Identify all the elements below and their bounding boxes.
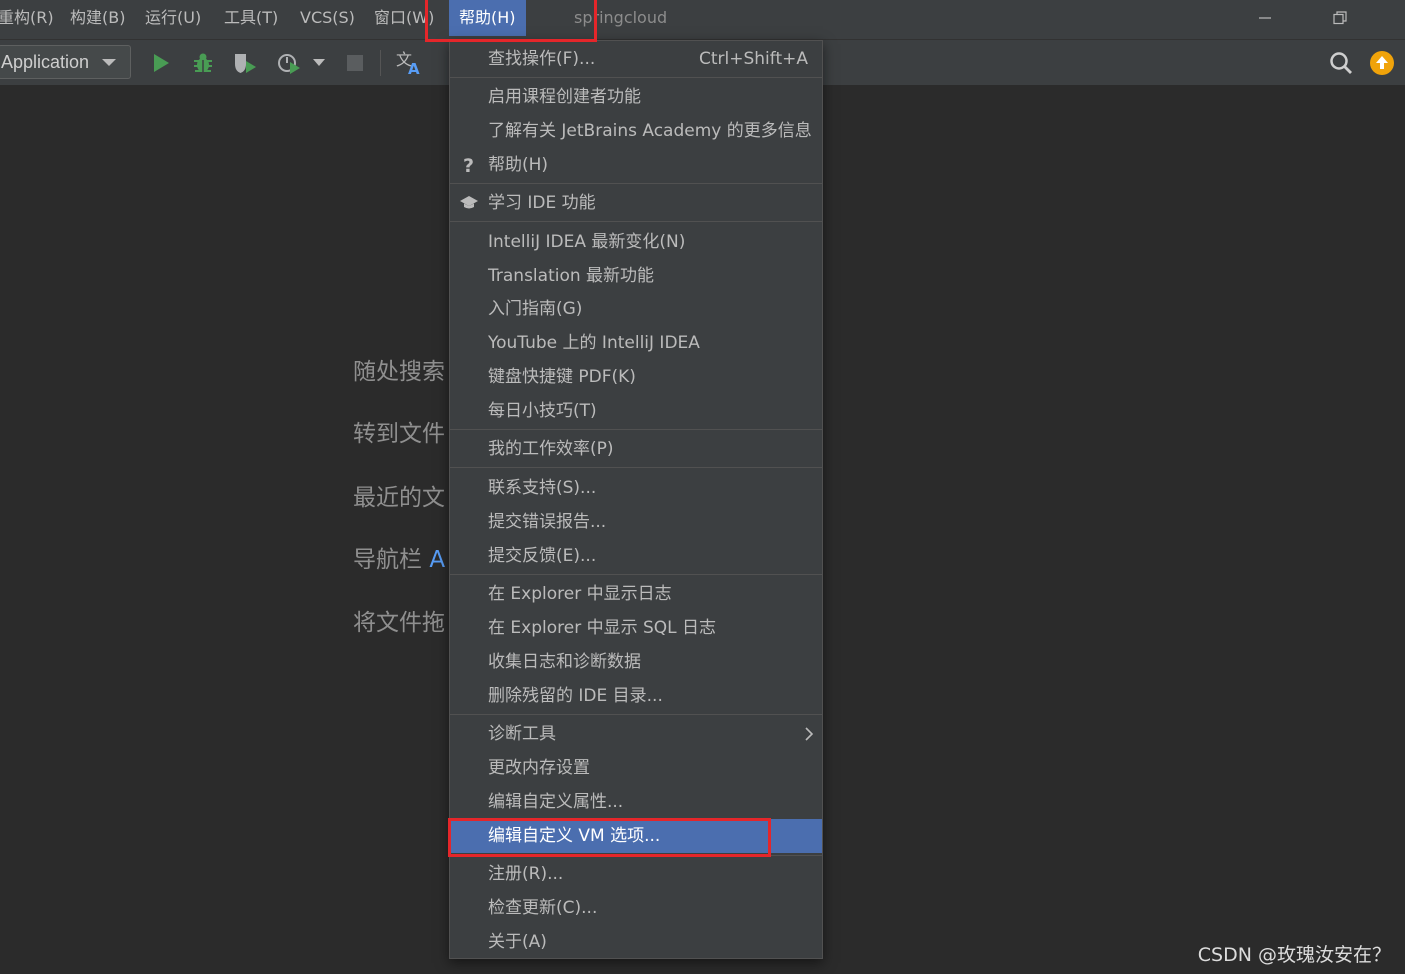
diagnostic-tools-label: 诊断工具 — [488, 724, 556, 744]
debug-icon — [194, 53, 212, 72]
menu-item-productivity[interactable]: 我的工作效率(P) — [450, 432, 822, 466]
debug-button[interactable] — [188, 48, 218, 78]
hint-recent-files: 最近的文 — [353, 485, 445, 511]
chevron-right-icon — [804, 717, 814, 751]
minimize-button[interactable] — [1245, 0, 1285, 36]
menu-item-help[interactable]: ? 帮助(H) — [450, 148, 822, 182]
menu-item-learn-ide[interactable]: 学习 IDE 功能 — [450, 186, 822, 220]
menu-separator — [450, 714, 822, 715]
project-title: springcloud — [574, 8, 668, 27]
menu-item-collect-logs[interactable]: 收集日志和诊断数据 — [450, 645, 822, 679]
menu-item-edit-vm-options[interactable]: 编辑自定义 VM 选项... — [450, 819, 822, 853]
menu-separator — [450, 183, 822, 184]
menu-item-keymap-pdf[interactable]: 键盘快捷键 PDF(K) — [450, 360, 822, 394]
menu-separator — [450, 429, 822, 430]
menu-separator — [450, 77, 822, 78]
minimize-icon — [1259, 17, 1271, 19]
menu-item-course-creator[interactable]: 启用课程创建者功能 — [450, 80, 822, 114]
find-action-shortcut: Ctrl+Shift+A — [698, 49, 808, 69]
help-label: 帮助(H) — [488, 155, 549, 175]
learn-ide-label: 学习 IDE 功能 — [488, 193, 596, 213]
restore-button[interactable] — [1320, 0, 1360, 36]
search-button[interactable] — [1326, 48, 1356, 78]
menu-item-register[interactable]: 注册(R)... — [450, 857, 822, 891]
menu-bar: 重构(R) 构建(B) 运行(U) 工具(T) VCS(S) 窗口(W) 帮助(… — [0, 0, 1405, 40]
menu-item-diagnostic-tools[interactable]: 诊断工具 — [450, 717, 822, 751]
chevron-down-icon — [102, 59, 116, 66]
update-icon — [1370, 51, 1394, 75]
profile-button[interactable] — [274, 48, 304, 78]
menu-item-show-sql-log[interactable]: 在 Explorer 中显示 SQL 日志 — [450, 611, 822, 645]
stop-icon — [347, 55, 363, 71]
hint-goto-file: 转到文件 — [353, 421, 445, 447]
menu-item-submit-bug[interactable]: 提交错误报告... — [450, 505, 822, 539]
menu-vcs[interactable]: VCS(S) — [300, 0, 355, 36]
menu-run[interactable]: 运行(U) — [145, 0, 201, 36]
run-icon — [154, 54, 169, 72]
restore-icon — [1333, 11, 1347, 25]
menu-refactor[interactable]: 重构(R) — [0, 0, 54, 36]
menu-item-contact-support[interactable]: 联系支持(S)... — [450, 471, 822, 505]
menu-item-submit-feedback[interactable]: 提交反馈(E)... — [450, 539, 822, 573]
svg-text:A: A — [408, 60, 420, 76]
menu-separator — [450, 855, 822, 856]
menu-item-youtube[interactable]: YouTube 上的 IntelliJ IDEA — [450, 326, 822, 360]
translate-button[interactable]: 文 A — [394, 48, 424, 78]
menu-build[interactable]: 构建(B) — [70, 0, 125, 36]
menu-item-delete-leftover[interactable]: 删除残留的 IDE 目录... — [450, 679, 822, 713]
coverage-button[interactable] — [230, 48, 260, 78]
profile-icon — [278, 54, 300, 74]
menu-tools[interactable]: 工具(T) — [224, 0, 278, 36]
menu-separator — [450, 467, 822, 468]
hint-navigation-bar: 导航栏 A — [353, 540, 445, 574]
run-config-select[interactable]: Application — [0, 45, 131, 79]
find-action-label: 查找操作(F)... — [488, 49, 596, 69]
toolbar-separator — [380, 50, 381, 76]
coverage-icon — [235, 54, 256, 73]
hint-navigation-bar-label: 导航栏 — [353, 547, 422, 573]
menu-item-getting-started[interactable]: 入门指南(G) — [450, 292, 822, 326]
hint-search-everywhere: 随处搜索 — [353, 359, 445, 385]
menu-item-jetbrains-academy[interactable]: 了解有关 JetBrains Academy 的更多信息 — [450, 114, 822, 148]
graduation-cap-icon — [458, 186, 480, 220]
run-more-dropdown[interactable] — [304, 48, 334, 78]
menu-item-change-memory[interactable]: 更改内存设置 — [450, 751, 822, 785]
update-button[interactable] — [1367, 48, 1397, 78]
menu-item-show-log[interactable]: 在 Explorer 中显示日志 — [450, 577, 822, 611]
menu-separator — [450, 221, 822, 222]
menu-item-whats-new[interactable]: IntelliJ IDEA 最新变化(N) — [450, 225, 822, 259]
stop-button[interactable] — [340, 48, 370, 78]
menu-window[interactable]: 窗口(W) — [374, 0, 434, 36]
menu-item-edit-properties[interactable]: 编辑自定义属性... — [450, 785, 822, 819]
menu-help[interactable]: 帮助(H) — [449, 0, 526, 36]
menu-item-translation-new[interactable]: Translation 最新功能 — [450, 259, 822, 293]
translate-icon: 文 A — [396, 50, 420, 76]
menu-item-tip-of-day[interactable]: 每日小技巧(T) — [450, 394, 822, 428]
menu-item-check-updates[interactable]: 检查更新(C)... — [450, 891, 822, 925]
run-config-label: Application — [1, 52, 90, 72]
menu-item-about[interactable]: 关于(A) — [450, 925, 822, 959]
menu-item-find-action[interactable]: 查找操作(F)... Ctrl+Shift+A — [450, 42, 822, 76]
help-menu-dropdown: 查找操作(F)... Ctrl+Shift+A 启用课程创建者功能 了解有关 J… — [449, 40, 823, 959]
hint-shortcut: A — [429, 547, 446, 573]
svg-text:?: ? — [463, 155, 474, 175]
watermark: CSDN @玫瑰汝安在？ — [1197, 944, 1391, 966]
hint-drop-files: 将文件拖 — [353, 610, 445, 636]
menu-separator — [450, 574, 822, 575]
search-icon — [1330, 52, 1352, 74]
chevron-down-icon — [313, 59, 325, 66]
run-button[interactable] — [146, 48, 176, 78]
question-icon: ? — [458, 148, 480, 182]
